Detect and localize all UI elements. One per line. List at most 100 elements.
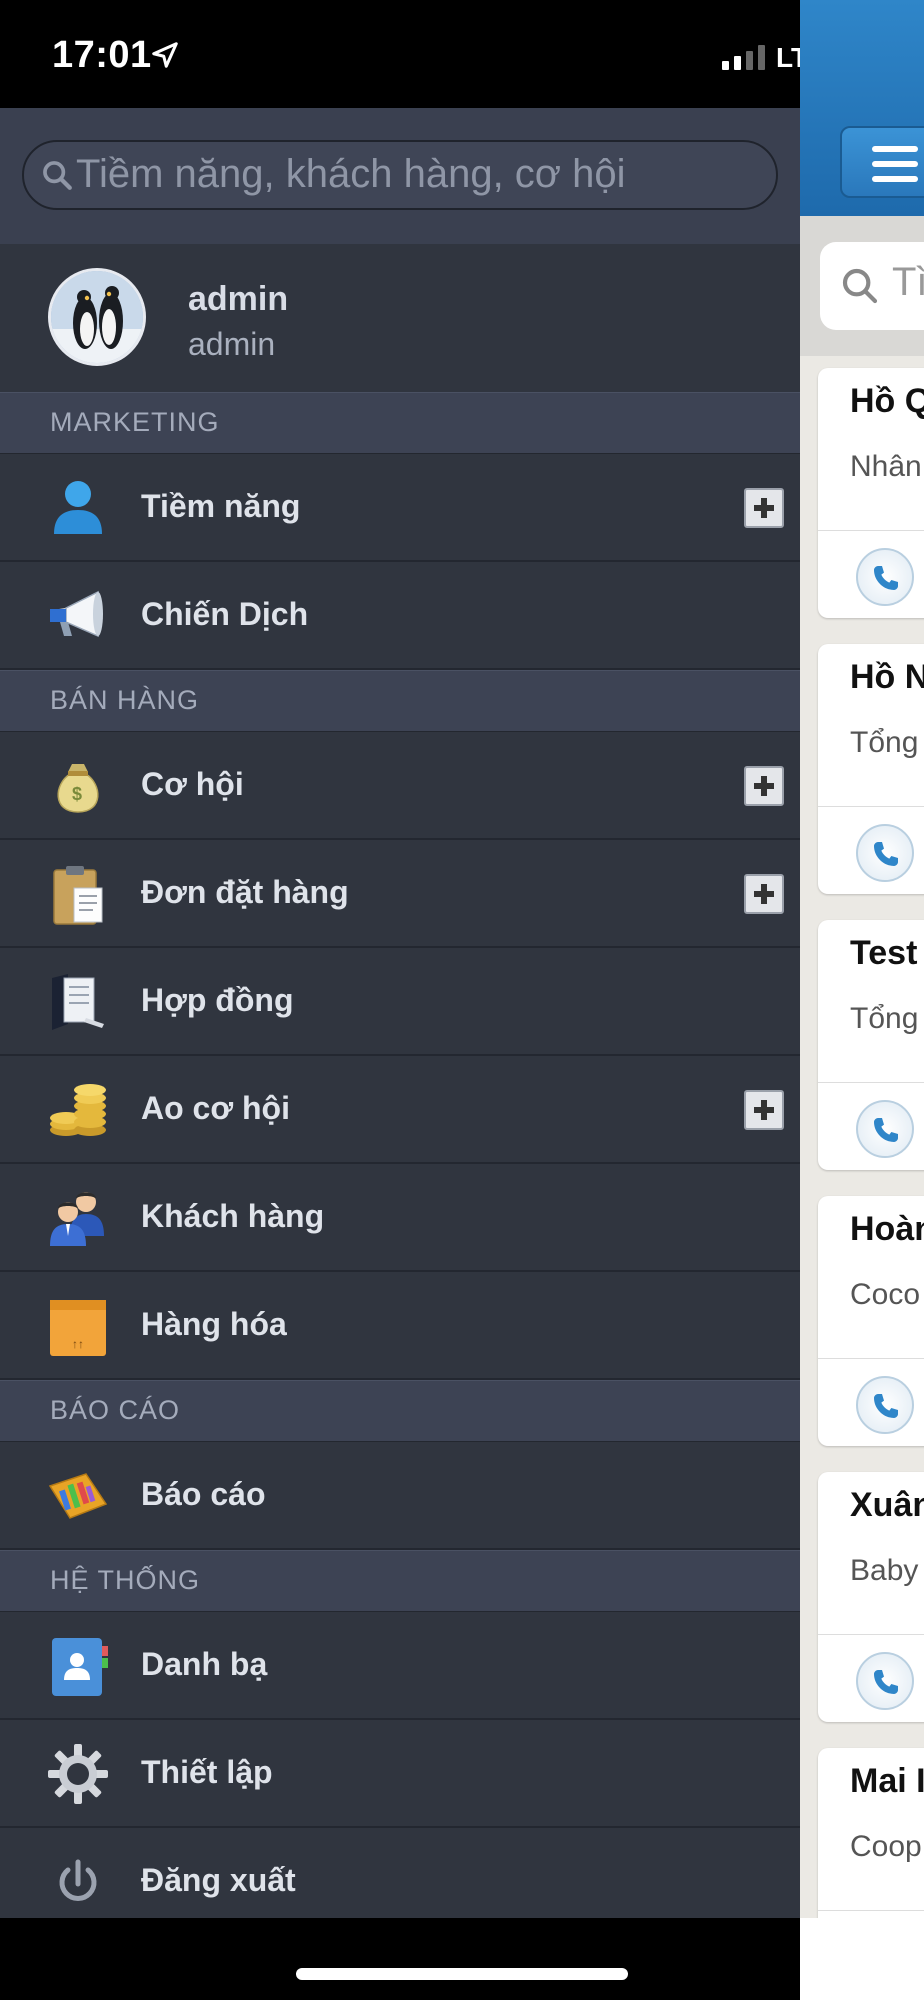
phone-button[interactable] (856, 1652, 914, 1710)
phone-icon (874, 1394, 898, 1418)
phone-button[interactable] (856, 1100, 914, 1158)
menu-item-opportunities[interactable]: $ Cơ hội (0, 732, 800, 840)
phone-button[interactable] (856, 824, 914, 882)
list-card[interactable]: Hồ N Tổng (818, 644, 924, 894)
megaphone-icon (50, 590, 103, 638)
menu-item-label: Đăng xuất (141, 1862, 296, 1898)
box-icon: ↑↑ (50, 1300, 106, 1356)
add-order-button[interactable] (744, 874, 784, 914)
gear-icon (48, 1744, 108, 1804)
menu-item-label: Tiềm năng (141, 488, 301, 524)
user-profile[interactable]: admin admin (0, 244, 800, 393)
money-bag-icon: $ (57, 764, 99, 813)
list-search-input[interactable]: Tì (820, 242, 924, 330)
section-label: MARKETING (50, 407, 220, 437)
menu-search-area: Tiềm năng, khách hàng, cơ hội (0, 108, 800, 245)
menu-item-opportunity-pool[interactable]: Ao cơ hội (0, 1056, 800, 1164)
menu-item-label: Ao cơ hội (141, 1090, 290, 1126)
phone-icon (874, 566, 898, 590)
card-name: Hoàn (850, 1210, 924, 1248)
card-name: Mai I (850, 1762, 924, 1800)
contract-icon (52, 974, 104, 1030)
menu-item-settings[interactable]: Thiết lập (0, 1720, 800, 1828)
address-book-icon (52, 1638, 108, 1696)
add-pool-opportunity-button[interactable] (744, 1090, 784, 1130)
side-menu: Tiềm năng, khách hàng, cơ hội admin admi… (0, 108, 800, 1918)
customers-icon (50, 1192, 104, 1246)
status-bar: 17:01 LTE (0, 0, 924, 108)
home-indicator[interactable] (296, 1968, 628, 1980)
phone-button[interactable] (856, 1376, 914, 1434)
avatar (48, 268, 146, 366)
clipboard-icon (53, 866, 103, 925)
card-subtitle: Baby (850, 1554, 919, 1587)
card-subtitle: Nhân (850, 450, 922, 483)
menu-search-input[interactable]: Tiềm năng, khách hàng, cơ hội (22, 140, 778, 210)
report-book-icon (48, 1473, 108, 1519)
menu-toggle-button[interactable] (840, 126, 924, 198)
menu-item-contacts[interactable]: Danh bạ (0, 1612, 800, 1720)
menu-item-reports[interactable]: Báo cáo (0, 1442, 800, 1550)
menu-item-products[interactable]: ↑↑ Hàng hóa (0, 1272, 800, 1380)
menu-search-placeholder: Tiềm năng, khách hàng, cơ hội (76, 152, 626, 196)
menu-item-label: Đơn đặt hàng (141, 874, 349, 910)
phone-icon (874, 1118, 898, 1142)
menu-item-logout[interactable]: Đăng xuất (0, 1828, 800, 1918)
coins-icon (50, 1084, 106, 1136)
phone-icon (874, 842, 898, 866)
power-icon (59, 1859, 97, 1901)
customer-list-screen: Tì Hồ Q Nhân Hồ N Tổng Test Tổng Hoàn Co… (800, 0, 924, 1918)
menu-item-label: Khách hàng (141, 1198, 325, 1234)
section-system: HỆ THỐNG (0, 1550, 800, 1612)
menu-item-label: Danh bạ (141, 1646, 268, 1682)
card-name: Hồ N (850, 658, 924, 696)
list-card[interactable]: Hoàn Coco (818, 1196, 924, 1446)
list-card[interactable]: Xuân Baby (818, 1472, 924, 1722)
card-name: Xuân (850, 1486, 924, 1524)
phone-button[interactable] (856, 548, 914, 606)
card-subtitle: Coop (850, 1830, 922, 1863)
profile-name: admin (188, 280, 289, 318)
status-time: 17:01 (52, 34, 152, 76)
phone-icon (874, 1670, 898, 1694)
signal-icon (722, 44, 765, 70)
list-card[interactable]: Mai I Coop (818, 1748, 924, 1918)
section-label: BÁO CÁO (50, 1395, 181, 1425)
svg-text:$: $ (72, 784, 82, 804)
card-subtitle: Tổng (850, 726, 919, 759)
person-icon (54, 481, 102, 534)
add-opportunity-button[interactable] (744, 766, 784, 806)
profile-role: admin (188, 326, 276, 362)
search-icon (842, 268, 878, 304)
list-card[interactable]: Test Tổng (818, 920, 924, 1170)
search-icon (43, 161, 72, 190)
svg-text:↑↑: ↑↑ (72, 1337, 84, 1351)
menu-item-label: Hợp đồng (141, 982, 294, 1018)
menu-item-label: Thiết lập (141, 1754, 273, 1790)
menu-item-campaigns[interactable]: Chiến Dịch (0, 562, 800, 670)
list-card[interactable]: Hồ Q Nhân (818, 368, 924, 618)
section-label: BÁN HÀNG (50, 685, 200, 715)
menu-item-orders[interactable]: Đơn đặt hàng (0, 840, 800, 948)
menu-item-label: Chiến Dịch (141, 596, 309, 632)
content-bottom (800, 1918, 924, 2000)
menu-item-label: Báo cáo (141, 1476, 266, 1512)
home-bar-area (0, 1918, 924, 2000)
menu-item-leads[interactable]: Tiềm năng (0, 454, 800, 562)
list-search-placeholder: Tì (892, 260, 924, 304)
menu-item-label: Hàng hóa (141, 1306, 287, 1342)
card-name: Test (850, 934, 918, 972)
penguin-avatar-icon (51, 271, 143, 363)
menu-item-label: Cơ hội (141, 766, 244, 802)
card-name: Hồ Q (850, 382, 924, 420)
menu-item-contracts[interactable]: Hợp đồng (0, 948, 800, 1056)
card-subtitle: Coco (850, 1278, 921, 1311)
section-marketing: MARKETING (0, 392, 800, 454)
card-subtitle: Tổng (850, 1002, 919, 1035)
add-lead-button[interactable] (744, 488, 784, 528)
menu-item-customers[interactable]: Khách hàng (0, 1164, 800, 1272)
section-sales: BÁN HÀNG (0, 670, 800, 732)
section-reports: BÁO CÁO (0, 1380, 800, 1442)
section-label: HỆ THỐNG (50, 1565, 201, 1595)
location-arrow-icon (152, 42, 178, 68)
